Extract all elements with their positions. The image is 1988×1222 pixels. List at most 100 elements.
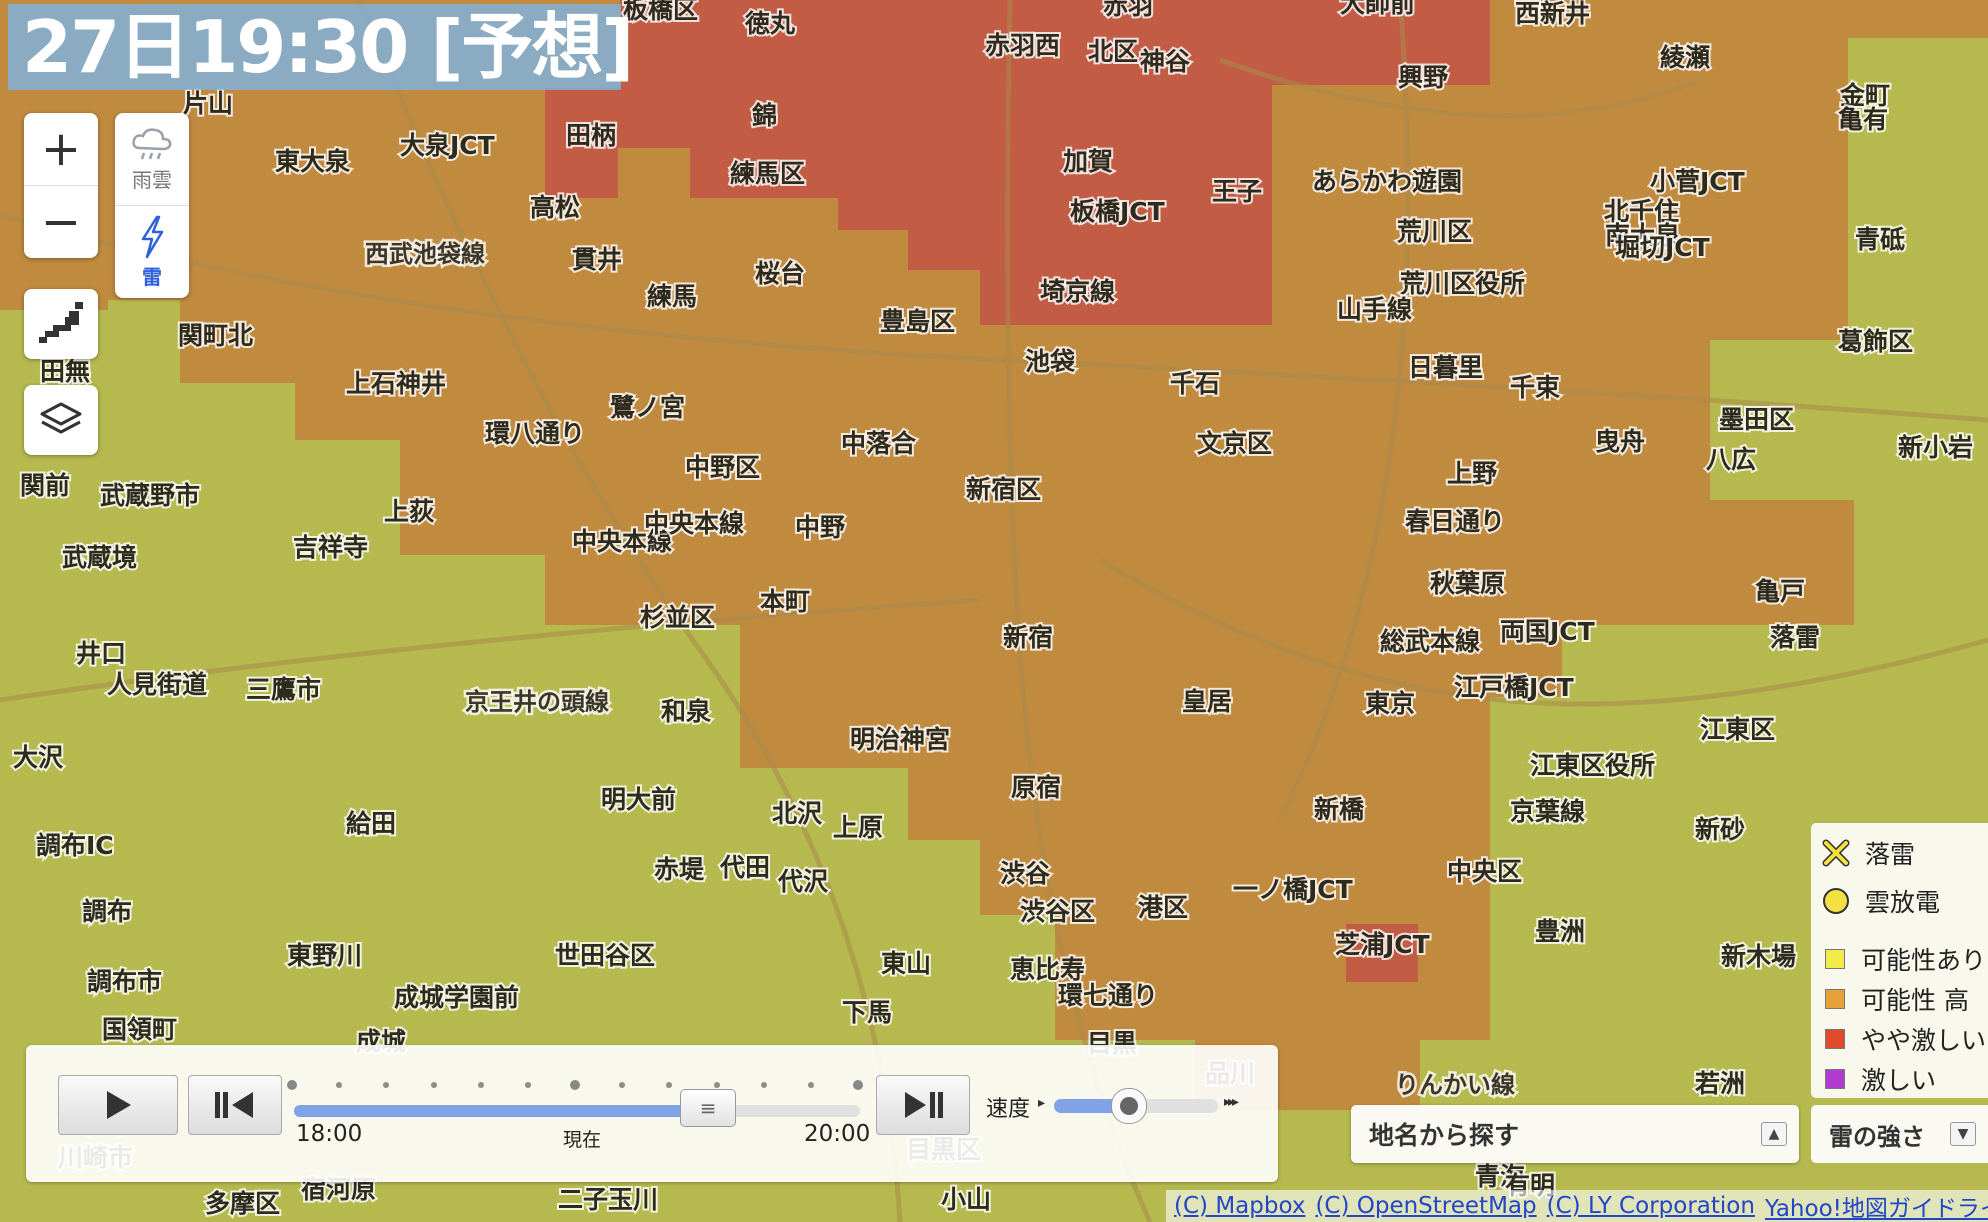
map-place-label: 上石神井 [346,369,446,398]
speed-label: 速度 [986,1097,1031,1122]
map-place-label: 貫井 [572,245,622,274]
timeline-player: ≡ 18:00 現在 20:00 速度 ▸ ▸▸▸ [26,1045,1278,1182]
map-place-label: 東大泉 [275,147,350,176]
map-place-label: 西武池袋線 [365,240,485,268]
map-place-label: 中央区 [1447,857,1522,886]
map-place-label: 西新井 [1515,0,1590,28]
map-place-label: 和泉 [661,697,711,726]
map-place-label: 武蔵野市 [100,481,200,510]
layers-icon [40,402,82,434]
cross-icon [1822,839,1850,867]
map-place-label: 吉祥寺 [293,533,368,562]
legend-label: 可能性 高 [1861,986,1969,1015]
map-place-label: 新宿 [1003,623,1053,652]
attribution-link-osm[interactable]: (C) OpenStreetMap [1315,1193,1536,1219]
map-place-label: 中落合 [841,429,917,458]
map-place-label: 一ノ橋JCT [1233,875,1353,904]
legend-item-cloud-discharge: 雲放電 [1821,883,1940,919]
map-place-label: 渋谷 [1000,859,1051,888]
map-place-label: 練馬 [647,282,697,311]
map-place-label: 赤羽 [1103,0,1153,20]
speed-slow-icon: ▸ [1038,1095,1046,1111]
map-place-label: 豊洲 [1535,917,1585,946]
legend-swatch [1825,1069,1845,1089]
map-place-label: 中野 [795,513,845,542]
map-place-label: 新橋 [1314,795,1365,824]
map-place-label: 板橋JCT [1070,197,1165,226]
zoom-in-button[interactable]: + [24,113,98,185]
map-place-label: 調布IC [36,831,114,860]
map-place-label: 中央本線 [644,509,744,538]
map-place-label: 東京 [1365,689,1415,718]
speed-slider[interactable] [1054,1088,1218,1124]
zoom-out-button[interactable]: − [24,185,98,258]
map-place-label: 片山 [183,89,233,118]
attribution-link-guideline[interactable]: Yahoo!地図ガイドライン [1765,1190,1988,1222]
attribution-link-ly[interactable]: (C) LY Corporation [1547,1193,1755,1219]
map-place-label: 京王井の頭線 [465,688,609,716]
map-place-label: 荒川区役所 [1400,269,1525,298]
map-place-label: 加賀 [1062,147,1113,176]
map-place-label: 皇居 [1182,687,1232,716]
map-place-label: 豊島区 [880,307,955,336]
map-place-label: 総武本線 [1380,627,1480,656]
map-place-label: 新砂 [1695,815,1745,844]
thunder-intensity-toggle[interactable]: 雷の強さ ▼ [1811,1105,1988,1163]
forecast-time-banner: 27日19:30 [予想] [8,4,634,90]
map-place-label: 堀切JCT [1615,233,1710,262]
map-place-label: 小山 [941,1185,991,1214]
timeline-tick [383,1082,390,1088]
place-search-button[interactable]: 地名から探す ▲ [1351,1105,1799,1163]
map-place-label: 青砥 [1855,225,1905,254]
chevron-up-icon: ▲ [1761,1122,1787,1146]
thunder-layer-button[interactable]: 雷 [115,205,189,298]
step-forward-button[interactable] [876,1075,970,1135]
map-place-label: 墨田区 [1719,405,1794,434]
timeline-tick [619,1082,626,1088]
map-place-label: 新木場 [1721,942,1796,971]
attribution-link-mapbox[interactable]: (C) Mapbox [1174,1193,1305,1219]
map-place-label: 新小岩 [1898,433,1973,462]
map-place-label: 人見街道 [107,670,207,699]
legend-label: 激しい [1861,1066,1937,1095]
map-place-label: りんかい線 [1395,1071,1515,1099]
timeline-slider[interactable]: ≡ [294,1089,860,1127]
step-back-button[interactable] [188,1075,282,1135]
map-place-label: 調布市 [87,967,162,996]
map-place-label: 本町 [760,587,810,616]
map-place-label: 大沢 [13,743,64,772]
timeline-tick [853,1080,863,1090]
map-place-label: 神谷 [1140,47,1191,76]
legend-swatch [1825,989,1845,1009]
rain-cloud-label: 雨雲 [132,167,172,192]
thunder-label: 雷 [142,264,162,289]
japan-overview-button[interactable] [24,289,98,359]
map-place-label: 葛飾区 [1838,327,1913,356]
speed-fast-icon: ▸▸▸ [1224,1094,1239,1110]
map-place-label: 関町北 [178,321,253,350]
map-place-label: 曳舟 [1595,427,1645,456]
map-layers-button[interactable] [24,385,98,455]
map-place-label: 徳丸 [744,9,795,38]
legend-item-moderately-intense: やや激しい [1821,1021,1986,1057]
map-place-label: 綾瀬 [1660,43,1710,72]
legend-item-lightning-strike: 落雷 [1821,835,1915,871]
map-place-label: 鷺ノ宮 [610,393,685,422]
speed-slider-handle[interactable] [1110,1088,1147,1124]
timeline-slider-handle[interactable]: ≡ [680,1089,737,1127]
map-place-label: 二子玉川 [558,1185,658,1214]
legend-label: 雲放電 [1865,888,1941,917]
map-place-label: 錦 [752,101,777,130]
map-place-label: 新宿区 [966,475,1041,504]
map-place-label: 小菅JCT [1650,167,1745,196]
timeline-tick [336,1082,343,1088]
map-place-label: 北区 [1088,37,1138,66]
map-place-label: 池袋 [1025,347,1076,376]
legend-label: 落雷 [1865,840,1916,869]
play-button[interactable] [58,1075,178,1135]
map-place-label: 秋葉原 [1430,569,1505,598]
legend-item-high-possibility: 可能性 高 [1821,981,1969,1017]
map-place-label: 代沢 [777,867,829,896]
rain-cloud-layer-button[interactable]: 雨雲 [115,113,189,205]
thunder-forecast-map[interactable]: 板橋区 徳丸赤羽 大師前 西新井赤羽西 北区 神谷興野綾瀬片山田柄錦加賀王子金町亀有東大泉… [0,0,1988,1222]
